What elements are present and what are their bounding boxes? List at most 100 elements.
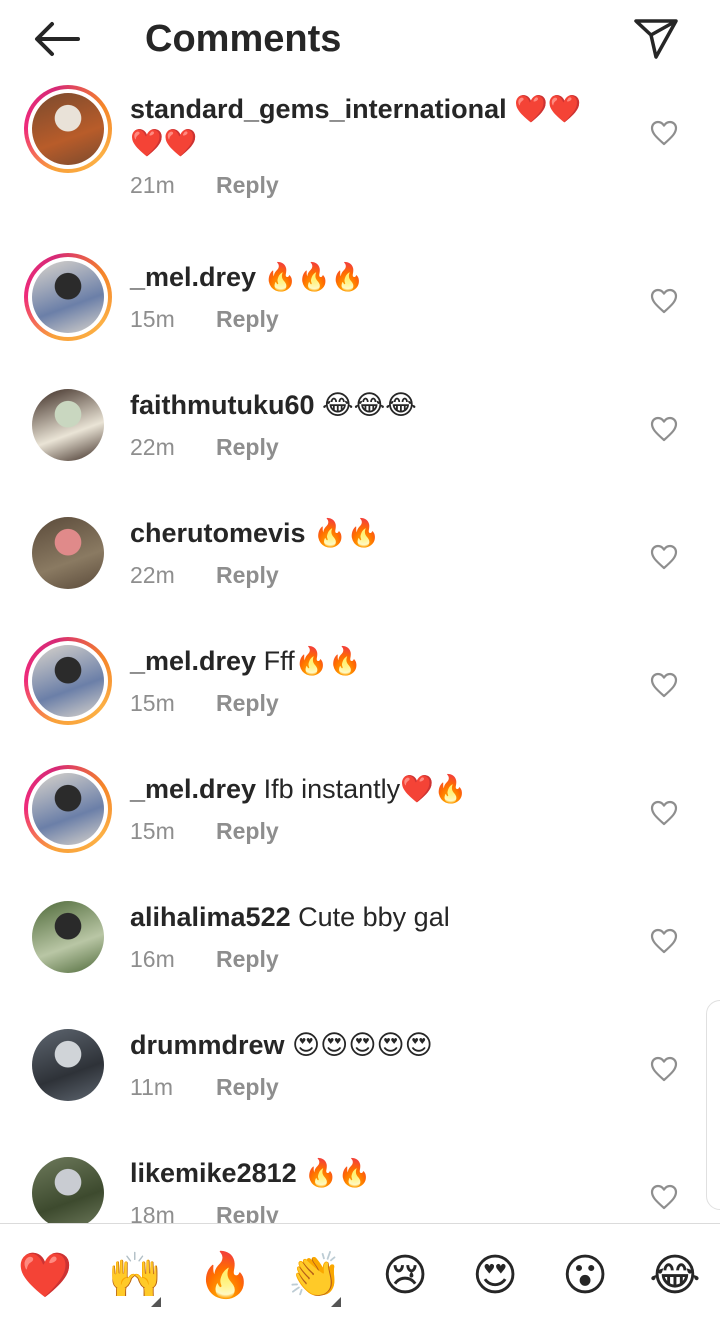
top-bar: Comments (0, 0, 720, 80)
comment-timestamp: 15m (130, 690, 175, 716)
comment-row: faithmutuku60 😂😂😂 22m Reply (0, 378, 720, 506)
comment-meta: 16m Reply (130, 944, 610, 974)
comment-row: standard_gems_international ❤️❤️❤️❤️ 21m R… (0, 82, 720, 232)
story-ring-gap (28, 89, 108, 169)
page-title: Comments (145, 18, 342, 60)
heart-icon[interactable] (650, 800, 678, 826)
raising-hands-icon[interactable]: 🙌 (107, 1248, 163, 1304)
reply-button[interactable]: Reply (216, 1202, 279, 1223)
back-button[interactable] (28, 14, 84, 64)
reply-button[interactable]: Reply (216, 172, 279, 198)
comment-username[interactable]: faithmutuku60 (130, 390, 315, 420)
heart-icon[interactable] (650, 544, 678, 570)
reply-button[interactable]: Reply (216, 1074, 279, 1100)
paper-plane-icon (634, 19, 678, 59)
comment-text-line: _mel.drey 🔥🔥🔥 (130, 260, 610, 294)
avatar[interactable] (24, 765, 112, 853)
fire-icon[interactable]: 🔥 (197, 1248, 253, 1304)
comment-text: Cute bby gal (290, 902, 450, 932)
comment-body: _mel.drey Ifb instantly❤️🔥 15m Reply (130, 772, 610, 846)
comments-list[interactable]: standard_gems_international ❤️❤️❤️❤️ 21m R… (0, 80, 720, 1223)
comment-row: drummdrew 😍😍😍😍😍 11m Reply (0, 1018, 720, 1146)
comment-row: likemike2812 🔥🔥 18m Reply (0, 1146, 720, 1223)
comment-timestamp: 15m (130, 306, 175, 332)
comment-text-line: standard_gems_international ❤️❤️❤️❤️ (130, 92, 610, 160)
comment-username[interactable]: likemike2812 (130, 1158, 297, 1188)
avatar[interactable] (24, 1149, 112, 1223)
comment-meta: 18m Reply (130, 1200, 610, 1223)
share-button[interactable] (628, 12, 684, 66)
skin-tone-indicator-icon (331, 1297, 341, 1307)
comment-text: Ifb instantly❤️🔥 (256, 774, 468, 804)
comment-row: _mel.drey Fff🔥🔥 15m Reply (0, 634, 720, 762)
reply-button[interactable]: Reply (216, 562, 279, 588)
heart-eyes-icon[interactable]: 😍 (467, 1248, 523, 1304)
comment-text: 🔥🔥🔥 (256, 262, 365, 292)
comment-timestamp: 18m (130, 1202, 175, 1223)
reply-button[interactable]: Reply (216, 946, 279, 972)
comment-text: 🔥🔥 (296, 1158, 372, 1188)
heart-icon[interactable] (650, 1184, 678, 1210)
avatar[interactable] (24, 1021, 112, 1109)
heart-icon[interactable] (650, 416, 678, 442)
tears-of-joy-icon[interactable]: 😂 (647, 1248, 703, 1304)
avatar-image (32, 261, 104, 333)
comment-text-line: _mel.drey Ifb instantly❤️🔥 (130, 772, 610, 806)
comment-meta: 22m Reply (130, 432, 610, 462)
story-ring-gap (28, 641, 108, 721)
story-ring-gap (28, 257, 108, 337)
scroll-handle[interactable] (706, 1000, 720, 1210)
comment-username[interactable]: _mel.drey (130, 262, 256, 292)
comment-text: 🔥🔥 (305, 518, 381, 548)
avatar-image (32, 93, 104, 165)
avatar[interactable] (24, 509, 112, 597)
clapping-hands-icon[interactable]: 👏 (287, 1248, 343, 1304)
avatar[interactable] (24, 85, 112, 173)
comment-username[interactable]: cherutomevis (130, 518, 306, 548)
comment-meta: 11m Reply (130, 1072, 610, 1102)
comment-body: likemike2812 🔥🔥 18m Reply (130, 1156, 610, 1223)
heart-icon[interactable] (650, 288, 678, 314)
comment-text-line: drummdrew 😍😍😍😍😍 (130, 1028, 610, 1062)
comment-username[interactable]: drummdrew (130, 1030, 285, 1060)
comment-timestamp: 22m (130, 434, 175, 460)
reply-button[interactable]: Reply (216, 818, 279, 844)
comment-timestamp: 16m (130, 946, 175, 972)
heart-icon[interactable] (650, 672, 678, 698)
comment-text-line: faithmutuku60 😂😂😂 (130, 388, 610, 422)
avatar[interactable] (24, 893, 112, 981)
avatar[interactable] (24, 381, 112, 469)
crying-face-icon[interactable]: 😢 (377, 1248, 433, 1304)
avatar-image (32, 389, 104, 461)
comment-username[interactable]: _mel.drey (130, 646, 256, 676)
avatar-image (32, 901, 104, 973)
avatar-image (32, 1157, 104, 1223)
heart-icon[interactable] (650, 928, 678, 954)
reply-button[interactable]: Reply (216, 306, 279, 332)
skin-tone-indicator-icon (151, 1297, 161, 1307)
avatar-image (32, 773, 104, 845)
comment-row: _mel.drey 🔥🔥🔥 15m Reply (0, 250, 720, 378)
comment-username[interactable]: _mel.drey (130, 774, 256, 804)
surprised-face-icon[interactable]: 😮 (557, 1248, 613, 1304)
comment-timestamp: 21m (130, 172, 175, 198)
comment-text-line: alihalima522 Cute bby gal (130, 900, 610, 934)
heart-icon[interactable] (650, 120, 678, 146)
comment-body: _mel.drey 🔥🔥🔥 15m Reply (130, 260, 610, 334)
avatar-image (32, 517, 104, 589)
reply-button[interactable]: Reply (216, 434, 279, 460)
quick-reaction-bar: ❤️ 🙌 🔥 👏 😢 😍 😮 😂 (0, 1223, 720, 1320)
comment-username[interactable]: alihalima522 (130, 902, 291, 932)
avatar[interactable] (24, 253, 112, 341)
comment-meta: 22m Reply (130, 560, 610, 590)
comment-username[interactable]: standard_gems_international (130, 94, 507, 124)
comment-body: standard_gems_international ❤️❤️❤️❤️ 21m R… (130, 92, 610, 200)
avatar[interactable] (24, 637, 112, 725)
comment-meta: 21m Reply (130, 170, 610, 200)
heart-icon[interactable] (650, 1056, 678, 1082)
red-heart-icon[interactable]: ❤️ (17, 1248, 73, 1304)
reply-button[interactable]: Reply (216, 690, 279, 716)
comment-row: cherutomevis 🔥🔥 22m Reply (0, 506, 720, 634)
story-ring-gap (28, 769, 108, 849)
comment-meta: 15m Reply (130, 304, 610, 334)
